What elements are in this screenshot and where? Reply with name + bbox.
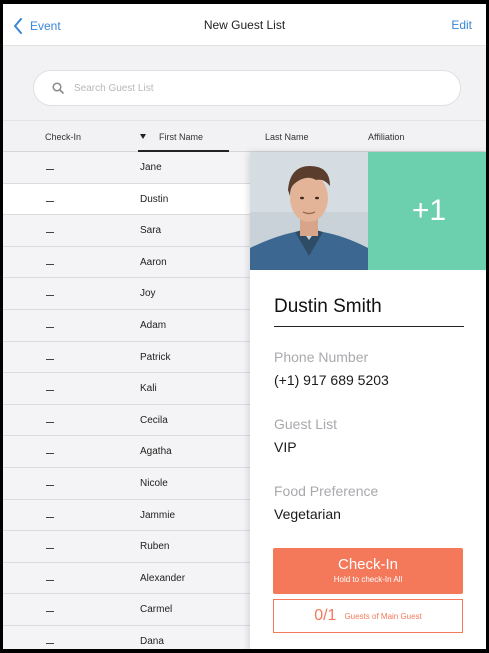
- first-name-cell: Jammie: [140, 509, 176, 521]
- table-row[interactable]: Alexander: [3, 562, 250, 595]
- column-header-last-name[interactable]: Last Name: [265, 132, 309, 142]
- guest-name: Dustin Smith: [274, 296, 382, 317]
- first-name-cell: Alexander: [140, 572, 186, 584]
- table-row[interactable]: Aaron: [3, 246, 250, 279]
- first-name-cell: Cecila: [140, 414, 168, 426]
- check-in-status-dash[interactable]: [46, 642, 54, 644]
- app-frame: Event New Guest List Edit Check-In First…: [3, 4, 486, 649]
- page-title: New Guest List: [203, 18, 286, 32]
- table-row[interactable]: Patrick: [3, 341, 250, 374]
- phone-label: Phone Number: [274, 349, 369, 365]
- search-input[interactable]: [74, 82, 434, 94]
- food-preference-value: Vegetarian: [274, 506, 341, 522]
- table-row[interactable]: Joy: [3, 278, 250, 310]
- first-name-cell: Carmel: [140, 604, 173, 616]
- check-in-status-dash[interactable]: [46, 484, 54, 486]
- first-name-cell: Adam: [140, 319, 167, 331]
- edit-button[interactable]: Edit: [451, 18, 472, 32]
- guests-of-main-guest-button[interactable]: 0/1 Guests of Main Guest: [273, 599, 463, 633]
- table-row[interactable]: Ruben: [3, 531, 250, 563]
- guest-detail-panel: +1 Dustin Smith Phone Number (+1) 917 68…: [250, 152, 486, 649]
- first-name-cell: Nicole: [140, 477, 168, 489]
- column-header-first-name[interactable]: First Name: [159, 132, 203, 142]
- food-preference-label: Food Preference: [274, 483, 379, 499]
- check-in-status-dash[interactable]: [46, 358, 54, 360]
- table-row[interactable]: Cecila: [3, 404, 250, 437]
- table-row[interactable]: Dustin: [3, 183, 250, 216]
- table-row[interactable]: Agatha: [3, 436, 250, 468]
- check-in-status-dash[interactable]: [46, 548, 54, 550]
- name-divider: [274, 326, 464, 327]
- plus-guests-badge: +1: [368, 152, 486, 270]
- first-name-cell: Ruben: [140, 541, 170, 553]
- first-name-cell: Dana: [140, 635, 164, 647]
- table-row[interactable]: Dana: [3, 625, 250, 649]
- guests-label: Guests of Main Guest: [344, 611, 422, 621]
- first-name-cell: Dustin: [140, 193, 169, 205]
- check-in-button-label: Check-In: [337, 556, 399, 573]
- table-row[interactable]: Jammie: [3, 499, 250, 532]
- check-in-status-dash[interactable]: [46, 169, 54, 170]
- navigation-bar: Event New Guest List Edit: [3, 4, 486, 46]
- check-in-status-dash[interactable]: [46, 200, 54, 202]
- first-name-cell: Joy: [140, 288, 156, 300]
- guest-list-value: VIP: [274, 439, 297, 455]
- search-bar[interactable]: [33, 70, 461, 106]
- check-in-status-dash[interactable]: [46, 516, 54, 518]
- table-row[interactable]: Carmel: [3, 594, 250, 626]
- check-in-status-dash[interactable]: [46, 390, 54, 392]
- check-in-status-dash[interactable]: [46, 232, 54, 234]
- column-header-check-in[interactable]: Check-In: [45, 132, 81, 142]
- check-in-button[interactable]: Check-In Hold to check-In All: [273, 548, 463, 594]
- table-row[interactable]: Kali: [3, 373, 250, 405]
- check-in-status-dash[interactable]: [46, 421, 54, 423]
- first-name-cell: Agatha: [140, 446, 172, 458]
- table-row[interactable]: Adam: [3, 309, 250, 342]
- check-in-button-hint: Hold to check-In All: [333, 575, 403, 584]
- column-header-bar: Check-In First Name Last Name Affiliatio…: [3, 120, 486, 152]
- check-in-status-dash[interactable]: [46, 579, 54, 581]
- check-in-status-dash[interactable]: [46, 295, 54, 297]
- first-name-cell: Jane: [140, 162, 162, 173]
- check-in-status-dash[interactable]: [46, 326, 54, 328]
- phone-value: (+1) 917 689 5203: [274, 372, 389, 388]
- table-row[interactable]: Nicole: [3, 467, 250, 500]
- guest-photo: [250, 152, 368, 270]
- check-in-status-dash[interactable]: [46, 263, 54, 265]
- first-name-cell: Kali: [140, 383, 157, 395]
- sort-down-icon: [140, 134, 146, 139]
- guest-list: Jane Dustin Sara Aaron Joy Adam Patrick Kali Cec…: [3, 152, 250, 649]
- check-in-status-dash[interactable]: [46, 611, 54, 613]
- check-in-status-dash[interactable]: [46, 453, 54, 455]
- column-header-affiliation[interactable]: Affiliation: [368, 132, 404, 142]
- guests-count: 0/1: [314, 607, 337, 624]
- search-icon: [52, 82, 64, 94]
- first-name-cell: Patrick: [140, 351, 171, 363]
- first-name-cell: Sara: [140, 225, 162, 237]
- table-row[interactable]: Sara: [3, 215, 250, 247]
- guest-list-label: Guest List: [274, 416, 338, 432]
- first-name-cell: Aaron: [140, 256, 167, 268]
- table-row[interactable]: Jane: [3, 152, 250, 184]
